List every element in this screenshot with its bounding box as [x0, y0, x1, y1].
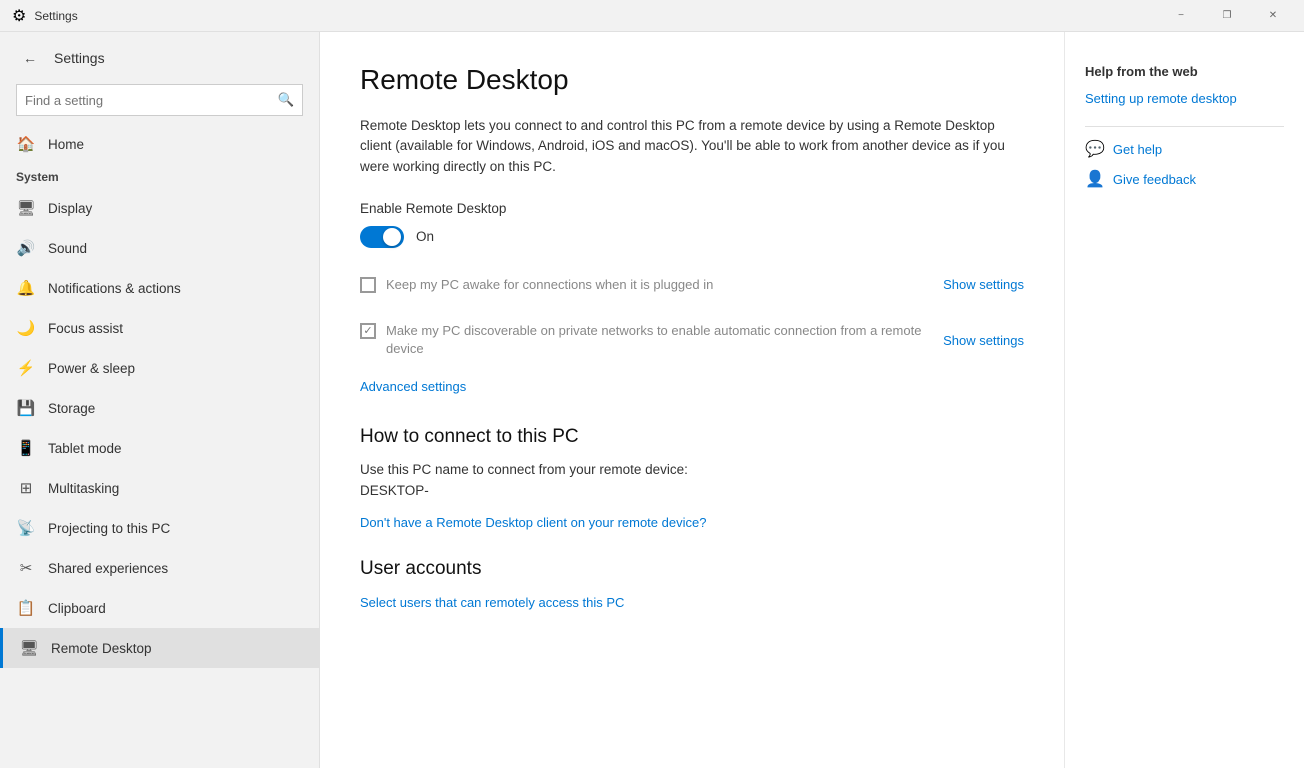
sidebar-item-multitasking[interactable]: ⊞ Multitasking: [0, 468, 319, 508]
remote-label: Remote Desktop: [51, 641, 152, 656]
search-icon-button[interactable]: 🔍: [270, 84, 302, 116]
home-label: Home: [48, 137, 84, 152]
page-description: Remote Desktop lets you connect to and c…: [360, 116, 1024, 177]
search-input[interactable]: [17, 93, 270, 108]
projecting-label: Projecting to this PC: [48, 521, 170, 536]
option-row-2: Make my PC discoverable on private netwo…: [360, 314, 1024, 366]
sidebar-item-power[interactable]: ⚡ Power & sleep: [0, 348, 319, 388]
select-users-link[interactable]: Select users that can remotely access th…: [360, 595, 624, 610]
enable-remote-toggle[interactable]: [360, 226, 404, 248]
sidebar-header: ← Settings: [0, 32, 319, 80]
how-to-title: How to connect to this PC: [360, 426, 1024, 448]
power-icon: ⚡: [16, 359, 36, 377]
main-container: ← Settings 🔍 🏠 Home System 🖥 Display 🔊 S…: [0, 32, 1304, 768]
focus-label: Focus assist: [48, 321, 123, 336]
sidebar-item-shared[interactable]: ✂ Shared experiences: [0, 548, 319, 588]
option2-checkbox[interactable]: [360, 323, 376, 339]
user-accounts-title: User accounts: [360, 558, 1024, 580]
sidebar-item-home[interactable]: 🏠 Home: [0, 124, 319, 164]
pc-name: DESKTOP-: [360, 483, 1024, 498]
home-icon: 🏠: [16, 135, 36, 153]
titlebar-title: Settings: [34, 9, 77, 23]
notifications-label: Notifications & actions: [48, 281, 181, 296]
show-settings-link-2[interactable]: Show settings: [935, 333, 1024, 348]
sidebar-item-storage[interactable]: 💾 Storage: [0, 388, 319, 428]
multitasking-icon: ⊞: [16, 479, 36, 497]
option1-text: Keep my PC awake for connections when it…: [386, 276, 925, 294]
option-row-1: Keep my PC awake for connections when it…: [360, 268, 1024, 302]
give-feedback-action[interactable]: 👤 Give feedback: [1085, 169, 1284, 189]
multitasking-label: Multitasking: [48, 481, 119, 496]
clipboard-icon: 📋: [16, 599, 36, 617]
advanced-settings-link[interactable]: Advanced settings: [360, 379, 466, 394]
close-button[interactable]: ✕: [1250, 0, 1296, 32]
help-title: Help from the web: [1085, 64, 1284, 79]
titlebar: ⚙ Settings − ❐ ✕: [0, 0, 1304, 32]
get-help-action[interactable]: 💬 Get help: [1085, 139, 1284, 159]
no-client-link[interactable]: Don't have a Remote Desktop client on yo…: [360, 515, 706, 530]
enable-label: Enable Remote Desktop: [360, 201, 1024, 216]
tablet-label: Tablet mode: [48, 441, 122, 456]
setup-remote-link[interactable]: Setting up remote desktop: [1085, 91, 1284, 106]
sidebar-item-projecting[interactable]: 📡 Projecting to this PC: [0, 508, 319, 548]
content-inner: Remote Desktop Remote Desktop lets you c…: [360, 64, 1024, 612]
maximize-button[interactable]: ❐: [1204, 0, 1250, 32]
display-icon: 🖥: [16, 199, 36, 217]
page-title: Remote Desktop: [360, 64, 1024, 96]
get-help-label: Get help: [1113, 142, 1162, 157]
titlebar-left: ⚙ Settings: [12, 6, 78, 26]
sound-icon: 🔊: [16, 239, 36, 257]
sidebar-item-remote[interactable]: 🖥 Remote Desktop: [0, 628, 319, 668]
sidebar-item-sound[interactable]: 🔊 Sound: [0, 228, 319, 268]
toggle-state-label: On: [416, 229, 434, 244]
sidebar-item-tablet[interactable]: 📱 Tablet mode: [0, 428, 319, 468]
search-box: 🔍: [16, 84, 303, 116]
minimize-button[interactable]: −: [1158, 0, 1204, 32]
show-settings-link-1[interactable]: Show settings: [935, 277, 1024, 292]
sound-label: Sound: [48, 241, 87, 256]
power-label: Power & sleep: [48, 361, 135, 376]
sidebar-item-display[interactable]: 🖥 Display: [0, 188, 319, 228]
sidebar: ← Settings 🔍 🏠 Home System 🖥 Display 🔊 S…: [0, 32, 320, 768]
option2-text: Make my PC discoverable on private netwo…: [386, 322, 925, 358]
settings-title: Settings: [54, 50, 105, 66]
feedback-label: Give feedback: [1113, 172, 1196, 187]
titlebar-controls: − ❐ ✕: [1158, 0, 1296, 32]
option1-checkbox[interactable]: [360, 277, 376, 293]
sidebar-item-notifications[interactable]: 🔔 Notifications & actions: [0, 268, 319, 308]
clipboard-label: Clipboard: [48, 601, 106, 616]
notifications-icon: 🔔: [16, 279, 36, 297]
remote-icon: 🖥: [19, 639, 39, 657]
shared-label: Shared experiences: [48, 561, 168, 576]
projecting-icon: 📡: [16, 519, 36, 537]
toggle-row: On: [360, 226, 1024, 248]
back-button[interactable]: ←: [16, 44, 44, 72]
tablet-icon: 📱: [16, 439, 36, 457]
sidebar-item-clipboard[interactable]: 📋 Clipboard: [0, 588, 319, 628]
connect-desc: Use this PC name to connect from your re…: [360, 462, 1024, 477]
divider: [1085, 126, 1284, 127]
shared-icon: ✂: [16, 559, 36, 577]
content-area: Remote Desktop Remote Desktop lets you c…: [320, 32, 1064, 768]
storage-label: Storage: [48, 401, 95, 416]
get-help-icon: 💬: [1085, 139, 1105, 159]
right-panel: Help from the web Setting up remote desk…: [1064, 32, 1304, 768]
feedback-icon: 👤: [1085, 169, 1105, 189]
sidebar-item-focus[interactable]: 🌙 Focus assist: [0, 308, 319, 348]
system-section-label: System: [0, 164, 319, 188]
settings-icon: ⚙: [12, 6, 26, 26]
display-label: Display: [48, 201, 92, 216]
storage-icon: 💾: [16, 399, 36, 417]
focus-icon: 🌙: [16, 319, 36, 337]
